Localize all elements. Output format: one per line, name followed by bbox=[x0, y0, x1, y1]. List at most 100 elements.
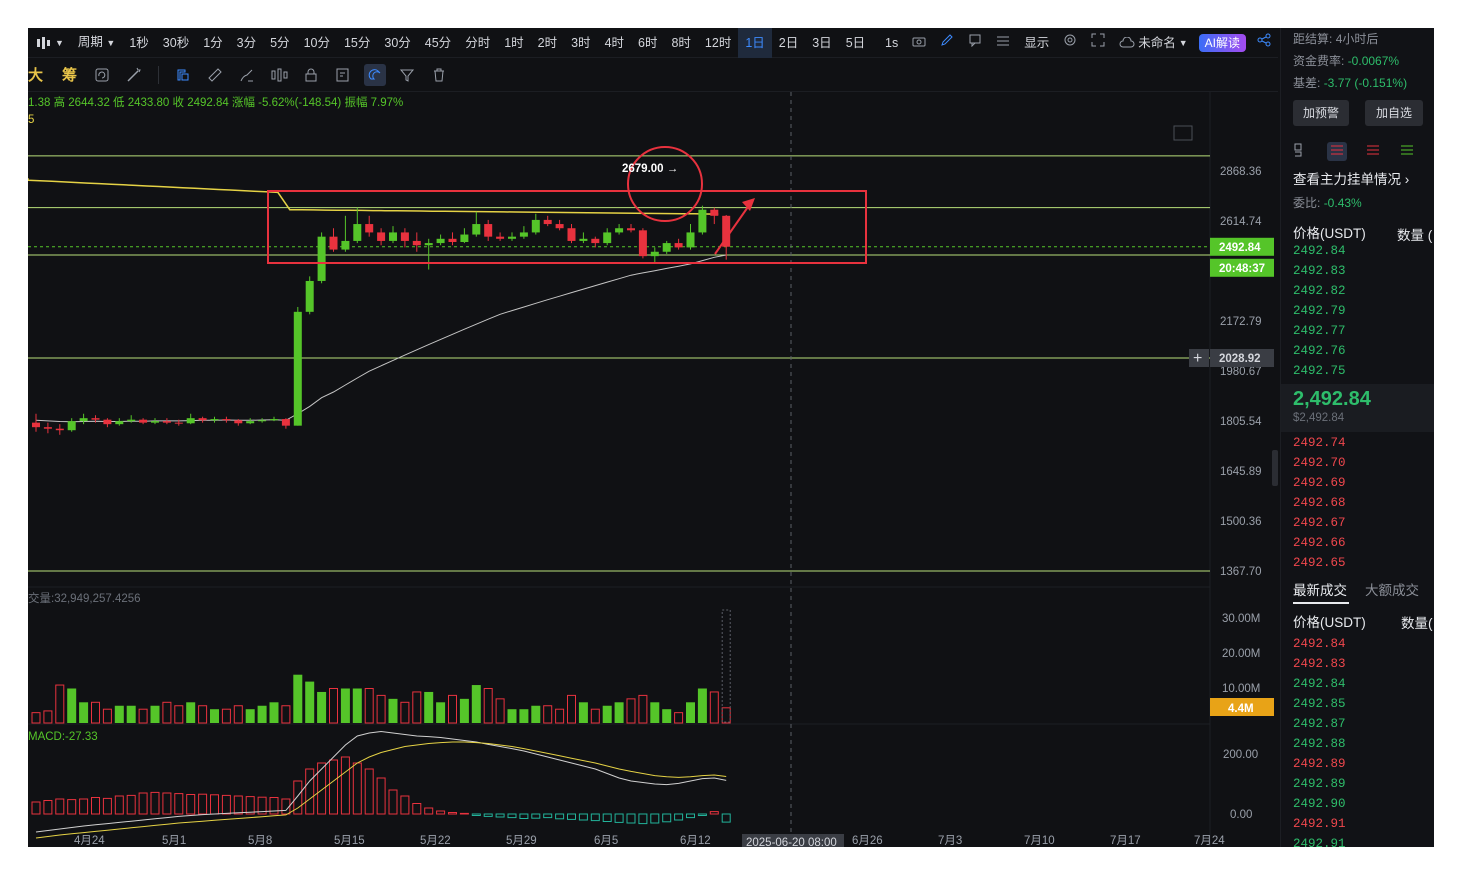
bid-row[interactable]: 2492.74 bbox=[1293, 433, 1346, 453]
settings-icon[interactable] bbox=[1056, 28, 1084, 58]
date-tick-label: 5月22 bbox=[420, 835, 451, 847]
ruler-icon[interactable] bbox=[204, 64, 226, 86]
fullscreen-icon[interactable] bbox=[1084, 28, 1112, 58]
orderbook-both-icon[interactable] bbox=[1293, 142, 1309, 161]
period-menu[interactable]: 周期 ▼ bbox=[71, 28, 122, 58]
rotate-icon[interactable] bbox=[91, 64, 113, 86]
trade-row[interactable]: 2492.90 bbox=[1293, 794, 1346, 814]
ask-row[interactable]: 2492.83 bbox=[1293, 261, 1346, 281]
trade-row[interactable]: 2492.91 bbox=[1293, 814, 1346, 834]
price-chart[interactable]: 1.38 高 2644.32 低 2433.80 收 2492.84 涨幅 -5… bbox=[28, 92, 1278, 847]
share-icon[interactable] bbox=[1250, 28, 1278, 58]
ai-interpret-button[interactable]: AI解读 bbox=[1198, 33, 1246, 52]
trade-row[interactable]: 2492.87 bbox=[1293, 714, 1346, 734]
comment-icon[interactable] bbox=[961, 28, 989, 58]
layout-menu[interactable]: 未命名 ▼ bbox=[1112, 28, 1194, 58]
trade-row[interactable]: 2492.85 bbox=[1293, 694, 1346, 714]
bid-row[interactable]: 2492.69 bbox=[1293, 473, 1346, 493]
chart-type-icon[interactable]: ▼ bbox=[28, 28, 71, 58]
interval-8[interactable]: 45分 bbox=[418, 28, 458, 58]
interval-3[interactable]: 3分 bbox=[230, 28, 263, 58]
tab-big-trades[interactable]: 大额成交 bbox=[1365, 579, 1419, 599]
candle-compare-icon[interactable] bbox=[268, 64, 290, 86]
candle-body bbox=[472, 224, 481, 235]
ask-row[interactable]: 2492.76 bbox=[1293, 341, 1346, 361]
interval-17[interactable]: 1日 bbox=[738, 28, 772, 58]
countdown-tag: 20:48:37 bbox=[1219, 263, 1265, 275]
pen-icon[interactable] bbox=[933, 28, 961, 58]
orderbook-asks-icon[interactable] bbox=[1365, 142, 1381, 161]
trade-row[interactable]: 2492.84 bbox=[1293, 674, 1346, 694]
ask-row[interactable]: 2492.84 bbox=[1293, 241, 1346, 261]
candle-body bbox=[43, 427, 52, 429]
volume-bar bbox=[519, 709, 529, 723]
macd-hist-bar bbox=[531, 813, 541, 819]
bid-row[interactable]: 2492.67 bbox=[1293, 513, 1346, 533]
add-favorite-button[interactable]: 加自选 bbox=[1365, 100, 1423, 126]
magnet-icon[interactable] bbox=[364, 63, 387, 86]
volume-bar bbox=[126, 705, 136, 723]
ask-row[interactable]: 2492.79 bbox=[1293, 301, 1346, 321]
ask-row[interactable]: 2492.77 bbox=[1293, 321, 1346, 341]
interval-10[interactable]: 1时 bbox=[497, 28, 530, 58]
trash-icon[interactable] bbox=[428, 64, 450, 86]
interval-0[interactable]: 1秒 bbox=[122, 28, 155, 58]
orderbook-bids-icon[interactable] bbox=[1399, 142, 1415, 161]
bid-row[interactable]: 2492.68 bbox=[1293, 493, 1346, 513]
display-button[interactable]: 显示 bbox=[1017, 28, 1056, 58]
bid-row[interactable]: 2492.70 bbox=[1293, 453, 1346, 473]
interval-9[interactable]: 分时 bbox=[458, 28, 497, 58]
brush-icon[interactable] bbox=[236, 64, 258, 86]
tab-latest-trades[interactable]: 最新成交 bbox=[1293, 579, 1347, 599]
trade-row[interactable]: 2492.84 bbox=[1293, 634, 1346, 654]
interval-16[interactable]: 12时 bbox=[698, 28, 738, 58]
volume-label: 交量:32,949,257.4256 bbox=[28, 591, 141, 605]
bid-row[interactable]: 2492.65 bbox=[1293, 553, 1346, 573]
interval-1[interactable]: 30秒 bbox=[156, 28, 196, 58]
interval-6[interactable]: 15分 bbox=[337, 28, 377, 58]
drawing-label-1[interactable]: 大 bbox=[28, 64, 43, 85]
interval-7[interactable]: 30分 bbox=[377, 28, 417, 58]
tick-chart-button[interactable]: 1s bbox=[878, 28, 905, 58]
ask-row[interactable]: 2492.75 bbox=[1293, 361, 1346, 381]
select-icon[interactable] bbox=[172, 64, 194, 86]
lock-icon[interactable] bbox=[300, 64, 322, 86]
magic-icon[interactable] bbox=[123, 64, 145, 86]
candle-body bbox=[281, 419, 290, 426]
camera-icon[interactable] bbox=[905, 28, 933, 58]
filter-icon[interactable] bbox=[396, 64, 418, 86]
drawing-label-2[interactable]: 筹 bbox=[62, 64, 77, 85]
interval-15[interactable]: 8时 bbox=[664, 28, 697, 58]
candle-body bbox=[151, 421, 159, 423]
orderbook-default-icon[interactable] bbox=[1327, 142, 1347, 161]
ask-row[interactable]: 2492.82 bbox=[1293, 281, 1346, 301]
last-price: 2,492.84 bbox=[1293, 388, 1371, 410]
macd-hist-bar bbox=[352, 762, 362, 815]
volume-bar bbox=[709, 691, 719, 724]
interval-5[interactable]: 10分 bbox=[297, 28, 337, 58]
interval-2[interactable]: 1分 bbox=[196, 28, 229, 58]
interval-19[interactable]: 3日 bbox=[805, 28, 838, 58]
main-orders-link[interactable]: 查看主力挂单情况 › bbox=[1293, 168, 1409, 188]
candle-body bbox=[55, 428, 64, 431]
edit-note-icon[interactable] bbox=[332, 64, 354, 86]
volume-bar bbox=[650, 702, 660, 723]
add-alert-button[interactable]: 加预警 bbox=[1293, 100, 1349, 126]
candle-body bbox=[448, 238, 457, 243]
interval-11[interactable]: 2时 bbox=[531, 28, 564, 58]
interval-4[interactable]: 5分 bbox=[263, 28, 296, 58]
interval-12[interactable]: 3时 bbox=[564, 28, 597, 58]
interval-13[interactable]: 4时 bbox=[598, 28, 631, 58]
volume-bar bbox=[55, 684, 65, 724]
trade-row[interactable]: 2492.89 bbox=[1293, 774, 1346, 794]
bid-row[interactable]: 2492.66 bbox=[1293, 533, 1346, 553]
trade-row[interactable]: 2492.88 bbox=[1293, 734, 1346, 754]
macd-hist-bar bbox=[412, 803, 422, 815]
interval-20[interactable]: 5日 bbox=[839, 28, 872, 58]
interval-14[interactable]: 6时 bbox=[631, 28, 664, 58]
interval-18[interactable]: 2日 bbox=[772, 28, 805, 58]
trade-row[interactable]: 2492.83 bbox=[1293, 654, 1346, 674]
indicator-list-icon[interactable] bbox=[989, 28, 1017, 58]
trade-row[interactable]: 2492.91 bbox=[1293, 834, 1346, 847]
trade-row[interactable]: 2492.89 bbox=[1293, 754, 1346, 774]
